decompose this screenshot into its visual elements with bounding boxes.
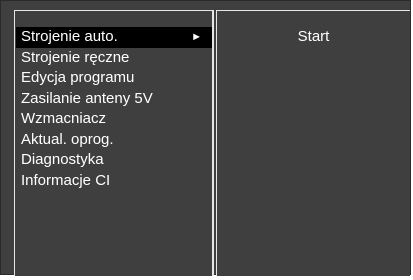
menu-item-label: Informacje CI	[21, 171, 111, 189]
menu-item-label: Aktual. oprog.	[21, 130, 114, 148]
menu-item-label: Diagnostyka	[21, 151, 104, 168]
osd-menu-window: Strojenie auto. ► Strojenie ręczne Edycj…	[0, 0, 411, 276]
menu-item-label: Wzmacniacz	[21, 110, 107, 127]
menu-item-ci-info[interactable]: Informacje CI	[15, 171, 212, 192]
menu-item-diagnostics[interactable]: Diagnostyka	[15, 150, 212, 171]
main-menu-panel: Strojenie auto. ► Strojenie ręczne Edycj…	[14, 10, 214, 276]
menu-item-manual-tuning[interactable]: Strojenie ręczne	[15, 48, 212, 69]
menu-item-software-update[interactable]: Aktual. oprog.	[15, 130, 212, 151]
main-menu-list: Strojenie auto. ► Strojenie ręczne Edycj…	[15, 27, 212, 191]
submenu-panel: Start	[216, 10, 410, 276]
menu-item-label: Zasilanie anteny 5V	[21, 89, 153, 107]
menu-item-antenna-power[interactable]: Zasilanie anteny 5V	[15, 89, 212, 110]
menu-item-auto-tuning[interactable]: Strojenie auto. ►	[16, 27, 212, 48]
menu-item-label: Strojenie ręczne	[21, 48, 130, 66]
submenu-arrow-icon: ►	[191, 31, 202, 43]
menu-item-label: Strojenie auto.	[21, 28, 118, 45]
start-button[interactable]: Start	[217, 27, 410, 47]
menu-item-booster[interactable]: Wzmacniacz	[15, 109, 212, 130]
menu-item-program-edit[interactable]: Edycja programu	[15, 68, 212, 89]
menu-item-label: Edycja programu	[21, 69, 135, 86]
